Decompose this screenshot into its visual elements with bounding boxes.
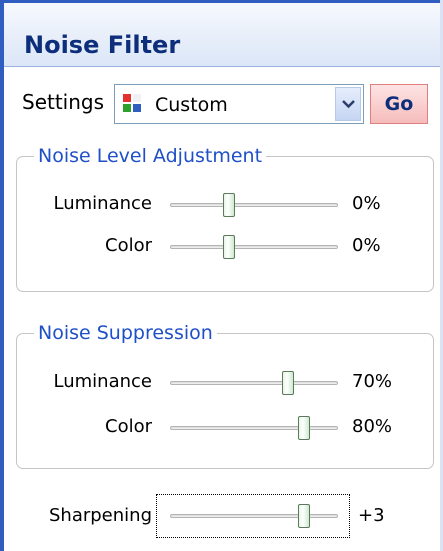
slider-track: [170, 381, 338, 385]
dropdown-arrow-button[interactable]: [335, 87, 361, 121]
settings-label: Settings: [22, 90, 105, 114]
slider-thumb[interactable]: [222, 193, 235, 217]
preset-grid-icon: [123, 94, 143, 114]
panel-header: Noise Filter: [4, 0, 440, 66]
noise-level-luminance-label: Luminance: [53, 193, 152, 214]
noise-filter-panel: Noise Filter Settings Custom Go Noise Le…: [0, 0, 443, 551]
noise-level-group: [16, 156, 434, 292]
noise-level-color-slider[interactable]: [170, 234, 338, 260]
noise-suppression-color-label: Color: [105, 416, 152, 437]
go-button[interactable]: Go: [370, 84, 428, 124]
noise-suppression-luminance-value: 70%: [352, 371, 393, 392]
slider-track: [170, 203, 338, 207]
noise-level-color-value: 0%: [352, 235, 381, 256]
noise-level-luminance-value: 0%: [352, 193, 381, 214]
noise-suppression-color-value: 80%: [352, 416, 393, 437]
settings-dropdown[interactable]: Custom: [114, 84, 364, 124]
panel-left-border: [0, 0, 4, 551]
slider-track: [170, 426, 338, 430]
noise-level-luminance-slider[interactable]: [170, 192, 338, 218]
header-divider: [4, 66, 440, 67]
noise-suppression-luminance-slider[interactable]: [170, 370, 338, 396]
slider-track: [170, 245, 338, 249]
noise-level-group-title: Noise Level Adjustment: [34, 145, 267, 167]
noise-suppression-color-slider[interactable]: [170, 415, 338, 441]
slider-thumb[interactable]: [298, 504, 311, 528]
slider-track: [170, 514, 338, 518]
noise-suppression-group: [16, 333, 434, 469]
slider-thumb[interactable]: [298, 416, 311, 440]
sharpening-slider[interactable]: [170, 503, 338, 529]
slider-thumb[interactable]: [222, 235, 235, 259]
noise-level-color-label: Color: [105, 235, 152, 256]
slider-thumb[interactable]: [281, 371, 294, 395]
settings-selected-value: Custom: [155, 94, 228, 116]
sharpening-value: +3: [358, 505, 385, 526]
sharpening-label: Sharpening: [48, 505, 152, 526]
panel-title: Noise Filter: [24, 31, 181, 59]
chevron-down-icon: [342, 100, 355, 109]
noise-suppression-luminance-label: Luminance: [53, 371, 152, 392]
noise-suppression-group-title: Noise Suppression: [34, 322, 217, 344]
